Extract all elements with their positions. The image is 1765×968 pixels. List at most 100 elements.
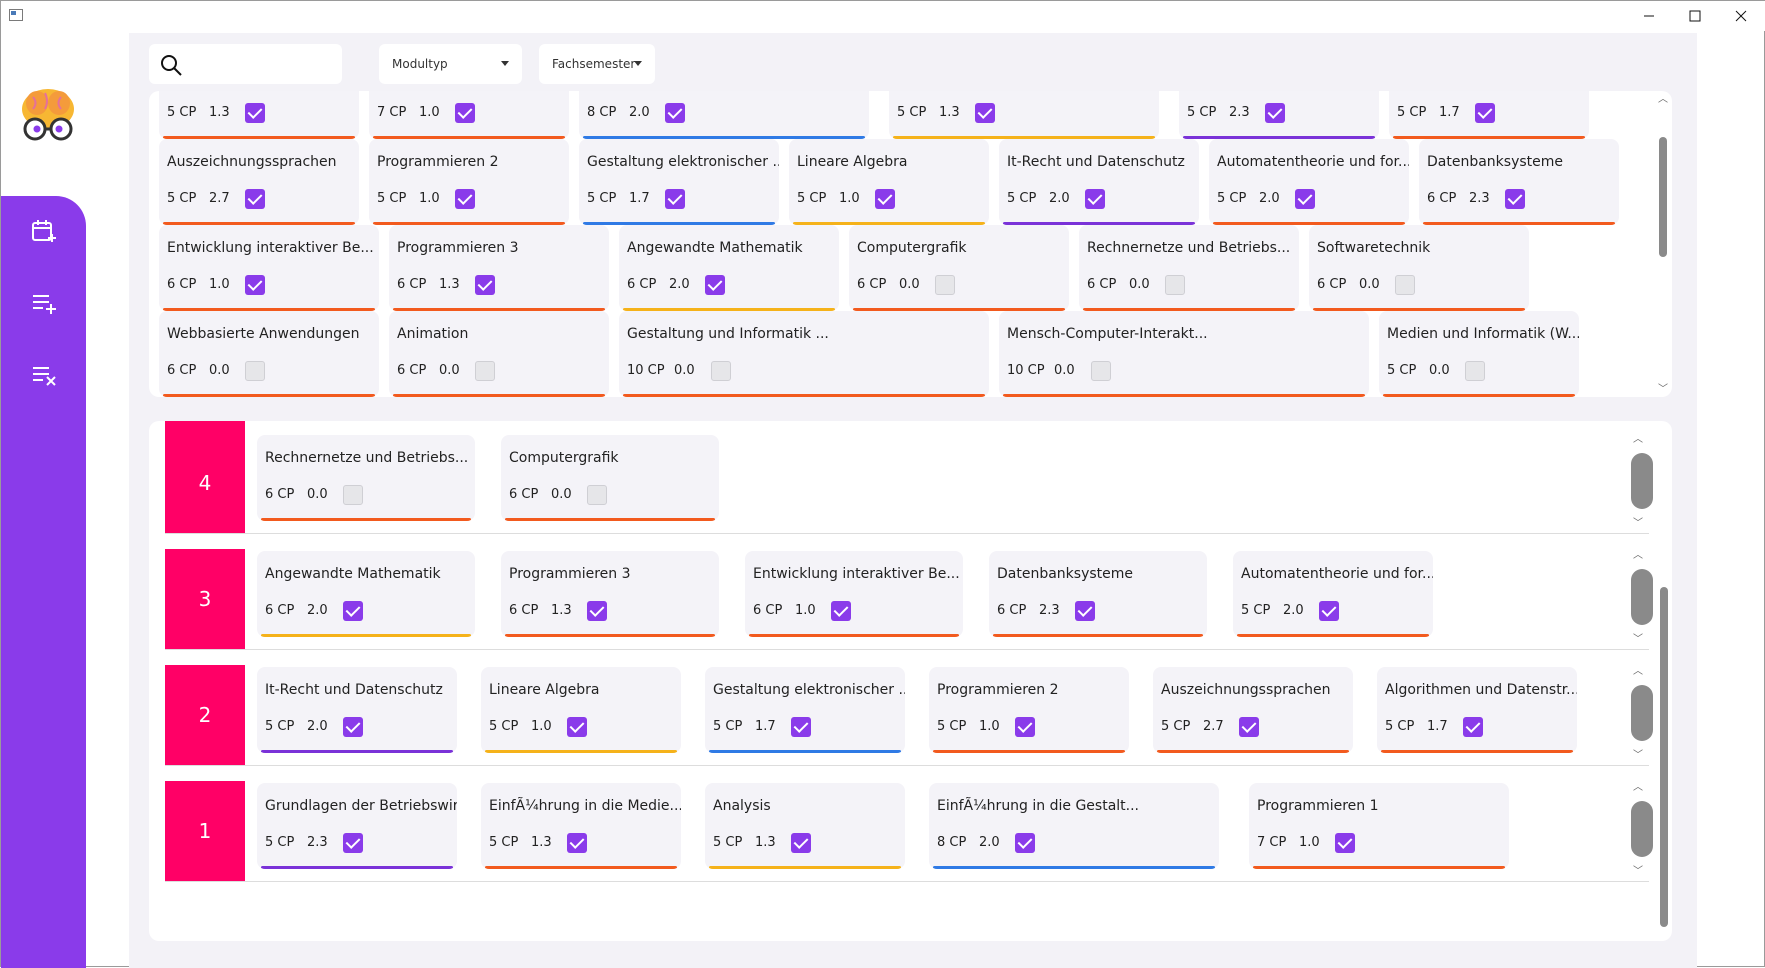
module-passed-checkbox[interactable] — [1295, 189, 1315, 209]
module-card[interactable]: Automatentheorie und for... 5 CP 2.0 — [1209, 139, 1409, 225]
semester-plan-scrollbar[interactable] — [1657, 583, 1671, 933]
module-card[interactable]: 5 CP 1.7 — [1389, 91, 1589, 139]
fachsemester-dropdown[interactable]: Fachsemester — [539, 44, 655, 84]
module-card[interactable]: Mensch-Computer-Interakt... 10 CP 0.0 — [999, 311, 1369, 397]
module-passed-checkbox[interactable] — [831, 601, 851, 621]
module-card[interactable]: Gestaltung und Informatik ... 10 CP 0.0 — [619, 311, 989, 397]
semester-row-scrollbar[interactable]: ︿ ﹀ — [1631, 783, 1653, 879]
search-field[interactable] — [149, 44, 342, 84]
module-card[interactable]: Algorithmen und Datenstr... 5 CP 1.7 — [1377, 667, 1577, 753]
module-passed-checkbox[interactable] — [455, 103, 475, 123]
semester-row-scrollbar[interactable]: ︿ ﹀ — [1631, 667, 1653, 763]
module-card[interactable]: EinfÃ¼hrung in die Medie... 5 CP 1.3 — [481, 783, 681, 869]
module-card[interactable]: Computergrafik 6 CP 0.0 — [849, 225, 1069, 311]
module-passed-checkbox[interactable] — [665, 103, 685, 123]
module-card[interactable]: 5 CP 1.3 — [889, 91, 1159, 139]
modultyp-dropdown[interactable]: Modultyp — [379, 44, 522, 84]
minimize-button[interactable] — [1626, 1, 1672, 31]
module-passed-checkbox[interactable] — [1475, 103, 1495, 123]
close-button[interactable] — [1718, 1, 1764, 31]
module-card[interactable]: Lineare Algebra 5 CP 1.0 — [481, 667, 681, 753]
module-passed-checkbox[interactable] — [343, 601, 363, 621]
module-passed-checkbox[interactable] — [1239, 717, 1259, 737]
module-passed-checkbox[interactable] — [711, 361, 731, 381]
chevron-up-icon[interactable]: ︿ — [1631, 551, 1645, 561]
module-card[interactable]: Rechnernetze und Betriebs... 6 CP 0.0 — [1079, 225, 1299, 311]
module-card[interactable]: Programmieren 1 7 CP 1.0 — [1249, 783, 1509, 869]
scrollbar-thumb[interactable] — [1631, 569, 1653, 625]
chevron-up-icon[interactable]: ︿ — [1631, 667, 1645, 677]
semester-row-scrollbar[interactable]: ︿ ﹀ — [1631, 435, 1653, 531]
chevron-up-icon[interactable]: ︿ — [1656, 95, 1670, 105]
module-passed-checkbox[interactable] — [587, 601, 607, 621]
module-passed-checkbox[interactable] — [1015, 717, 1035, 737]
module-passed-checkbox[interactable] — [705, 275, 725, 295]
module-passed-checkbox[interactable] — [1075, 601, 1095, 621]
module-passed-checkbox[interactable] — [343, 833, 363, 853]
module-passed-checkbox[interactable] — [1085, 189, 1105, 209]
module-passed-checkbox[interactable] — [245, 361, 265, 381]
module-card[interactable]: Entwicklung interaktiver Be... 6 CP 1.0 — [745, 551, 963, 637]
module-card[interactable]: Computergrafik 6 CP 0.0 — [501, 435, 719, 521]
module-card[interactable]: Softwaretechnik 6 CP 0.0 — [1309, 225, 1529, 311]
module-card[interactable]: Automatentheorie und for... 5 CP 2.0 — [1233, 551, 1433, 637]
chevron-down-icon[interactable]: ﹀ — [1631, 635, 1645, 645]
module-card[interactable]: Programmieren 3 6 CP 1.3 — [501, 551, 719, 637]
module-card[interactable]: Animation 6 CP 0.0 — [389, 311, 609, 397]
module-passed-checkbox[interactable] — [587, 485, 607, 505]
module-passed-checkbox[interactable] — [1505, 189, 1525, 209]
module-card[interactable]: Medien und Informatik (W... 5 CP 0.0 — [1379, 311, 1579, 397]
module-card[interactable]: 5 CP 1.3 — [159, 91, 359, 139]
module-passed-checkbox[interactable] — [975, 103, 995, 123]
module-passed-checkbox[interactable] — [875, 189, 895, 209]
module-passed-checkbox[interactable] — [245, 189, 265, 209]
module-card[interactable]: Analysis 5 CP 1.3 — [705, 783, 905, 869]
semester-row-scrollbar[interactable]: ︿ ﹀ — [1631, 551, 1653, 647]
module-card[interactable]: Webbasierte Anwendungen 6 CP 0.0 — [159, 311, 379, 397]
module-card[interactable]: Angewandte Mathematik 6 CP 2.0 — [257, 551, 475, 637]
module-passed-checkbox[interactable] — [567, 833, 587, 853]
maximize-button[interactable] — [1672, 1, 1718, 31]
module-passed-checkbox[interactable] — [1165, 275, 1185, 295]
module-passed-checkbox[interactable] — [567, 717, 587, 737]
module-passed-checkbox[interactable] — [1265, 103, 1285, 123]
module-passed-checkbox[interactable] — [1395, 275, 1415, 295]
module-card[interactable]: Datenbanksysteme 6 CP 2.3 — [1419, 139, 1619, 225]
module-passed-checkbox[interactable] — [665, 189, 685, 209]
scrollbar-thumb[interactable] — [1631, 801, 1653, 857]
module-card[interactable]: Datenbanksysteme 6 CP 2.3 — [989, 551, 1207, 637]
module-passed-checkbox[interactable] — [1319, 601, 1339, 621]
nav-add-module-button[interactable] — [29, 288, 59, 318]
module-card[interactable]: Programmieren 2 5 CP 1.0 — [929, 667, 1129, 753]
module-passed-checkbox[interactable] — [1463, 717, 1483, 737]
nav-add-semester-button[interactable] — [29, 216, 59, 246]
chevron-up-icon[interactable]: ︿ — [1631, 783, 1645, 793]
module-passed-checkbox[interactable] — [1091, 361, 1111, 381]
scrollbar-thumb[interactable] — [1631, 453, 1653, 509]
module-passed-checkbox[interactable] — [935, 275, 955, 295]
scrollbar-thumb[interactable] — [1660, 587, 1668, 927]
module-card[interactable]: Auszeichnungssprachen 5 CP 2.7 — [1153, 667, 1353, 753]
chevron-down-icon[interactable]: ﹀ — [1631, 751, 1645, 761]
module-card[interactable]: 8 CP 2.0 — [579, 91, 869, 139]
module-card[interactable]: Grundlagen der Betriebswir... 5 CP 2.3 — [257, 783, 457, 869]
module-card[interactable]: Lineare Algebra 5 CP 1.0 — [789, 139, 989, 225]
chevron-down-icon[interactable]: ﹀ — [1631, 519, 1645, 529]
module-pool-scrollbar[interactable]: ︿ ﹀ — [1656, 93, 1670, 398]
module-passed-checkbox[interactable] — [1335, 833, 1355, 853]
module-passed-checkbox[interactable] — [475, 275, 495, 295]
module-card[interactable]: Entwicklung interaktiver Be... 6 CP 1.0 — [159, 225, 379, 311]
module-card[interactable]: 7 CP 1.0 — [369, 91, 569, 139]
module-passed-checkbox[interactable] — [1465, 361, 1485, 381]
module-passed-checkbox[interactable] — [791, 833, 811, 853]
module-passed-checkbox[interactable] — [1015, 833, 1035, 853]
module-card[interactable]: Programmieren 3 6 CP 1.3 — [389, 225, 609, 311]
chevron-up-icon[interactable]: ︿ — [1631, 435, 1645, 445]
module-card[interactable]: Gestaltung elektronischer ... 5 CP 1.7 — [579, 139, 779, 225]
module-passed-checkbox[interactable] — [343, 717, 363, 737]
chevron-down-icon[interactable]: ﹀ — [1631, 867, 1645, 877]
nav-remove-module-button[interactable] — [29, 360, 59, 390]
module-card[interactable]: It-Recht und Datenschutz 5 CP 2.0 — [999, 139, 1199, 225]
module-passed-checkbox[interactable] — [455, 189, 475, 209]
module-card[interactable]: 5 CP 2.3 — [1179, 91, 1379, 139]
